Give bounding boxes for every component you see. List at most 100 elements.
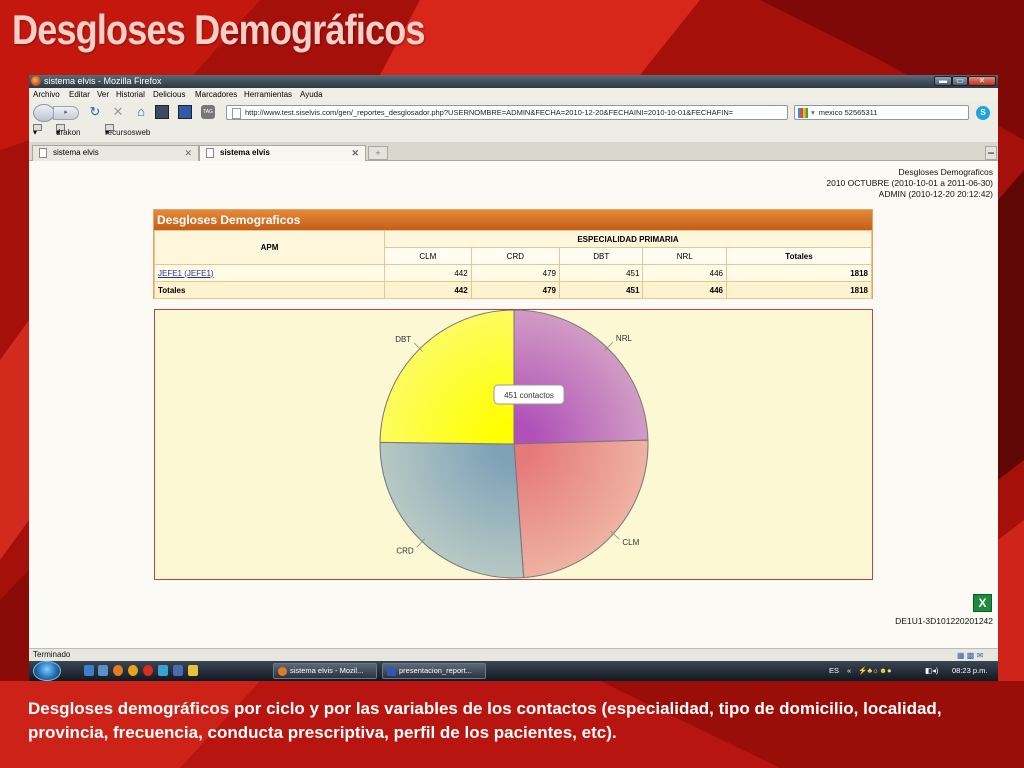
url-bar[interactable]: http://www.test.siselvis.com/gen/_report…: [226, 105, 788, 120]
back-icon[interactable]: [33, 104, 55, 122]
navigation-toolbar: ▸ ↻ ✕ ⌂ TAG http://www.test.siselvis.com…: [29, 102, 998, 124]
panel-title: Desgloses Demograficos: [154, 210, 872, 230]
bookmark-icon[interactable]: [155, 105, 169, 119]
totals-row: Totales 442 479 451 446 1818: [154, 281, 872, 299]
pie-slice-clm[interactable]: [513, 439, 649, 579]
opera-icon[interactable]: [143, 665, 153, 676]
language-indicator[interactable]: ES: [829, 661, 839, 681]
menu-herramientas[interactable]: Herramientas: [244, 88, 292, 102]
explorer-icon[interactable]: [98, 665, 108, 676]
tab-sistema-elvis-1[interactable]: sistema elvis ✕: [32, 145, 199, 161]
new-tab-button[interactable]: +: [368, 146, 388, 160]
firefox-icon: [278, 667, 287, 676]
url-text: http://www.test.siselvis.com/gen/_report…: [245, 108, 734, 117]
home-icon[interactable]: ⌂: [133, 104, 149, 120]
tray-expand-icon[interactable]: «: [847, 661, 851, 681]
ie-icon[interactable]: [158, 665, 168, 676]
search-value: mexico 52565311: [818, 108, 878, 117]
taskbar-firefox-button[interactable]: sistema elvis - Mozil...: [273, 663, 377, 679]
excel-export-icon[interactable]: X: [973, 594, 992, 612]
report-table: APM ESPECIALIDAD PRIMARIA CLM CRD DBT NR…: [154, 230, 872, 299]
sidebar-icon[interactable]: [178, 105, 192, 119]
total-cell: 442: [384, 281, 472, 299]
status-bar: Terminado ▦ ▩ ✉: [29, 648, 998, 661]
firefox-quicklaunch-icon[interactable]: [113, 665, 123, 676]
bookmarks-menu-icon[interactable]: ▾: [33, 124, 42, 142]
apm-link[interactable]: JEFE1 (JEFE1): [158, 269, 214, 278]
tab-sistema-elvis-2[interactable]: sistema elvis ✕: [199, 145, 366, 161]
slide-caption: Desgloses demográficos por ciclo y por l…: [28, 699, 942, 742]
table-row: JEFE1 (JEFE1) 442 479 451 446 1818: [154, 264, 872, 282]
search-input[interactable]: ▾mexico 52565311 ⌕: [794, 105, 969, 120]
close-icon[interactable]: ✕: [351, 146, 359, 160]
value-cell: 451: [559, 264, 644, 282]
total-cell: 446: [642, 281, 727, 299]
bookmark-recursosweb[interactable]: recursosweb ▾: [105, 124, 150, 142]
header-col: CRD: [470, 247, 561, 265]
menu-delicious[interactable]: Delicious: [153, 88, 185, 102]
pie-label-crd: CRD: [396, 546, 414, 555]
menu-editar[interactable]: Editar: [69, 88, 90, 102]
pie-slice-nrl[interactable]: [513, 310, 649, 445]
show-desktop-icon[interactable]: [84, 665, 94, 676]
volume-icon[interactable]: ◧◂): [925, 661, 938, 681]
window-title: sistema elvis - Mozilla Firefox: [44, 76, 162, 86]
menu-ayuda[interactable]: Ayuda: [300, 88, 323, 102]
report-header: Desgloses Demograficos 2010 OCTUBRE (201…: [826, 167, 993, 200]
menu-marcadores[interactable]: Marcadores: [195, 88, 237, 102]
page-icon: [206, 148, 214, 158]
menu-bar: Archivo Editar Ver Historial Delicious M…: [29, 88, 998, 102]
value-cell: 479: [470, 264, 561, 282]
app-icon[interactable]: [173, 665, 183, 676]
menu-ver[interactable]: Ver: [97, 88, 109, 102]
skype-icon[interactable]: S: [976, 106, 990, 120]
report-panel: Desgloses Demograficos APM ESPECIALIDAD …: [153, 209, 873, 299]
apm-cell: JEFE1 (JEFE1): [154, 264, 385, 282]
total-cell: 1818: [726, 264, 872, 282]
chart-tooltip: 451 contactos: [493, 384, 565, 405]
pie-slice-dbt[interactable]: [379, 310, 515, 445]
pie-chart[interactable]: NRL CLM CRD DBT 451 contactos: [155, 310, 872, 579]
reload-icon[interactable]: ↻: [87, 104, 103, 120]
clock: 08:23 p.m.: [952, 666, 988, 675]
forward-icon[interactable]: ▸: [53, 106, 79, 120]
tab-list-button[interactable]: ▬: [985, 146, 997, 160]
firefox-icon: [31, 76, 41, 86]
value-cell: 442: [384, 264, 472, 282]
close-icon[interactable]: ✕: [184, 146, 192, 160]
chevron-down-icon[interactable]: ▾: [811, 108, 815, 117]
taskbar-presentation-button[interactable]: presentacion_report...: [382, 663, 486, 679]
tab-label: sistema elvis: [220, 148, 270, 157]
close-button[interactable]: ✕: [968, 76, 996, 86]
tray-icons[interactable]: ⚡♣☼☻●: [858, 661, 892, 681]
title-bar: sistema elvis - Mozilla Firefox ▬ ▭ ✕: [29, 75, 998, 88]
bookmark-drakon[interactable]: drakon ▾: [56, 124, 80, 142]
page-content: Desgloses Demograficos 2010 OCTUBRE (201…: [29, 161, 998, 648]
tag-icon[interactable]: TAG: [201, 105, 215, 119]
browser-window: sistema elvis - Mozilla Firefox ▬ ▭ ✕ Ar…: [29, 75, 998, 681]
page-icon: [232, 107, 241, 119]
start-button[interactable]: [33, 661, 61, 681]
menu-historial[interactable]: Historial: [116, 88, 145, 102]
bookmarks-toolbar: ▾ drakon ▾ recursosweb ▾: [29, 124, 998, 142]
pie-label-clm: CLM: [622, 538, 639, 547]
system-tray: ES « ⚡♣☼☻● ◧◂) 08:23 p.m.: [825, 661, 998, 681]
pie-label-dbt: DBT: [395, 335, 411, 344]
stop-icon[interactable]: ✕: [110, 104, 126, 120]
status-text: Terminado: [33, 650, 71, 659]
taskbar: sistema elvis - Mozil... presentacion_re…: [29, 661, 998, 681]
total-cell: 479: [470, 281, 561, 299]
menu-archivo[interactable]: Archivo: [33, 88, 60, 102]
chart-panel: NRL CLM CRD DBT 451 contactos: [154, 309, 873, 580]
app-icon[interactable]: [128, 665, 138, 676]
minimize-button[interactable]: ▬: [934, 76, 952, 86]
pie-slice-crd[interactable]: [379, 441, 525, 579]
tab-label: sistema elvis: [53, 148, 99, 157]
header-col: Totales: [726, 247, 872, 265]
header-col: NRL: [642, 247, 727, 265]
maximize-button[interactable]: ▭: [952, 76, 968, 86]
folder-icon[interactable]: [188, 665, 198, 676]
report-user: ADMIN (2010-12-20 20:12:42): [878, 189, 993, 199]
slide-title: Desgloses Demográficos: [12, 6, 426, 53]
pie-label-nrl: NRL: [616, 334, 633, 343]
